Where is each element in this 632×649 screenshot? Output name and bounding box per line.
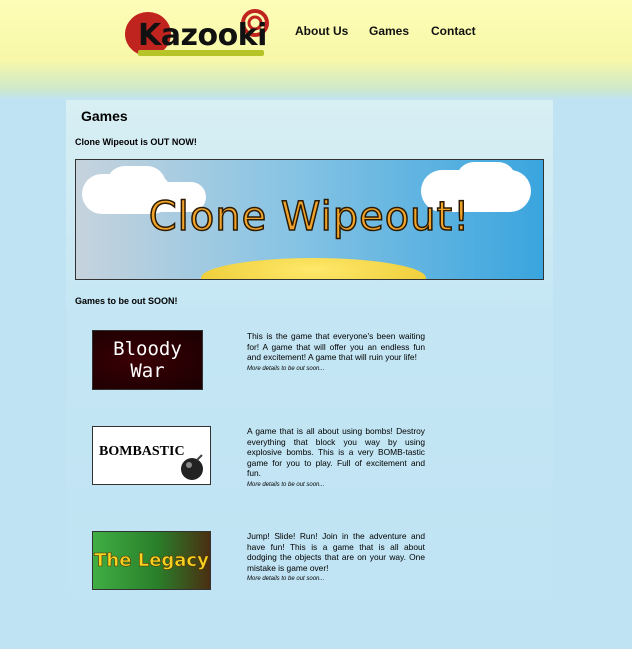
banner-hill — [201, 258, 426, 279]
bloody-war-more: More details to be out soon... — [247, 365, 325, 372]
bombastic-image[interactable]: BOMBASTIC — [92, 426, 211, 485]
bloody-war-title-line1: Bloody — [113, 338, 182, 360]
nav-about-us[interactable]: About Us — [295, 24, 348, 38]
cloud-right-top — [456, 162, 516, 198]
kazooki-logo[interactable]: Kazooki — [124, 6, 270, 60]
bombastic-text: A game that is all about using bombs! De… — [247, 426, 425, 479]
bloody-war-description: This is the game that everyone's been wa… — [247, 331, 425, 374]
nav-contact[interactable]: Contact — [431, 24, 476, 38]
the-legacy-image[interactable]: The Legacy — [92, 531, 211, 590]
bloody-war-text: This is the game that everyone's been wa… — [247, 331, 425, 363]
the-legacy-title: The Legacy — [94, 550, 209, 572]
nav-games[interactable]: Games — [369, 24, 409, 38]
coming-soon-heading: Games to be out SOON! — [75, 296, 178, 306]
the-legacy-text: Jump! Slide! Run! Join in the adventure … — [247, 531, 425, 573]
bombastic-title: BOMBASTIC — [99, 443, 185, 459]
out-now-heading: Clone Wipeout is OUT NOW! — [75, 137, 197, 147]
site-header: Kazooki About Us Games Contact — [0, 0, 632, 100]
bombastic-description: A game that is all about using bombs! De… — [247, 426, 425, 491]
the-legacy-description: Jump! Slide! Run! Join in the adventure … — [247, 531, 425, 585]
banner-title: Clone Wipeout! — [148, 193, 471, 241]
page-title: Games — [81, 108, 128, 124]
logo-tagline-bar — [138, 50, 264, 56]
content-panel: Games Clone Wipeout is OUT NOW! Clone Wi… — [66, 100, 553, 640]
bomb-icon — [181, 454, 203, 480]
clone-wipeout-banner[interactable]: Clone Wipeout! — [75, 159, 544, 280]
bloody-war-title-line2: War — [130, 360, 165, 382]
the-legacy-more: More details to be out soon... — [247, 576, 325, 583]
bloody-war-image[interactable]: Bloody War — [92, 330, 203, 390]
bombastic-more: More details to be out soon... — [247, 481, 325, 488]
logo-wordmark: Kazooki — [138, 18, 267, 53]
